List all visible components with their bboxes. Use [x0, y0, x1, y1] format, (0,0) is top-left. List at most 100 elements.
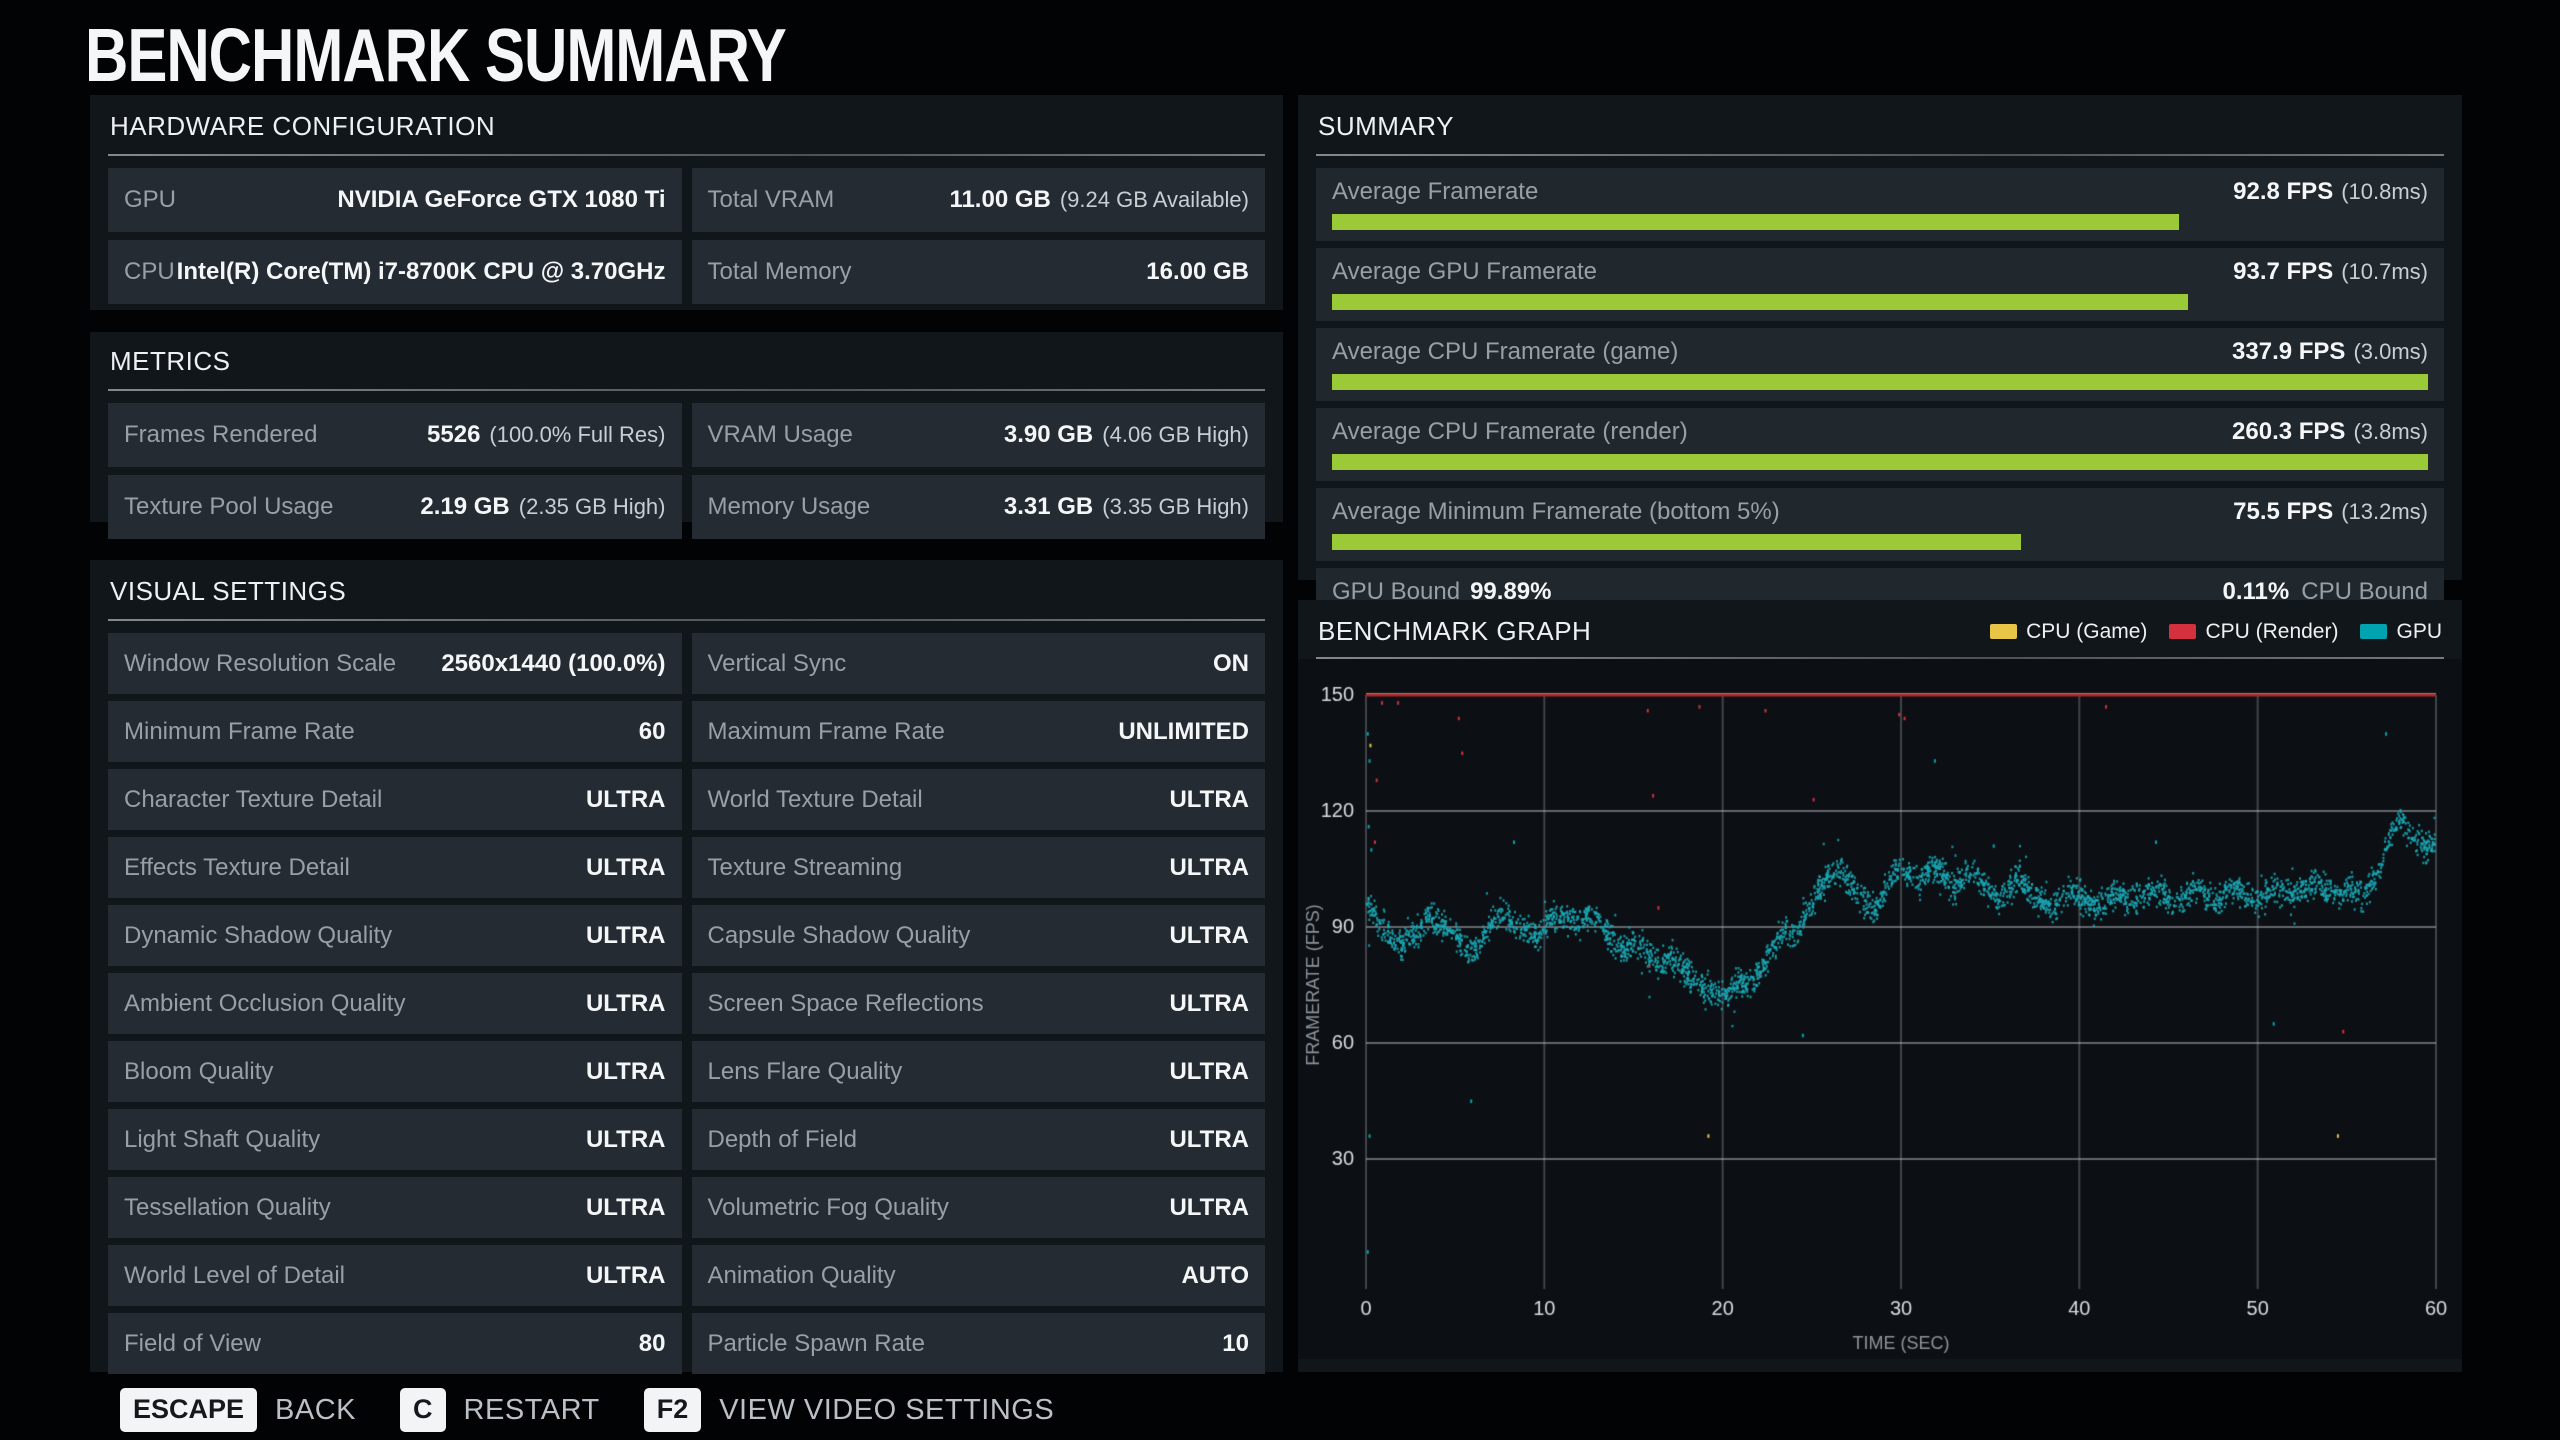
summary-row-bar-fill — [1332, 534, 2022, 550]
row-label: Bloom Quality — [124, 1057, 274, 1085]
summary-row: Average GPU Framerate 93.7 FPS (10.7ms) — [1316, 248, 2444, 321]
row-label: VRAM Usage — [707, 421, 853, 448]
row-label: Vertical Sync — [707, 649, 847, 677]
setting-row: Depth of Field ULTRA — [691, 1109, 1265, 1170]
row-value: 2.19 GB — [420, 493, 510, 520]
summary-row-note: (13.2ms) — [2341, 499, 2428, 524]
panel-divider — [108, 619, 1265, 621]
summary-row-bar-fill — [1332, 374, 2428, 390]
summary-row-note: (10.8ms) — [2341, 179, 2428, 204]
row-note: (4.06 GB High) — [1102, 422, 1249, 447]
row-label: Volumetric Fog Quality — [707, 1193, 949, 1221]
key-hint[interactable]: ESCAPE BACK — [120, 1388, 356, 1432]
summary-row-value: 260.3 FPS — [2232, 418, 2346, 445]
setting-row: Memory Usage 3.31 GB (3.35 GB High) — [691, 475, 1265, 539]
setting-row: Ambient Occlusion Quality ULTRA — [108, 973, 682, 1034]
summary-row: Average Minimum Framerate (bottom 5%) 75… — [1316, 488, 2444, 561]
row-label: Total VRAM — [707, 186, 835, 213]
row-label: Window Resolution Scale — [124, 649, 397, 677]
summary-row-note: (3.8ms) — [2353, 419, 2428, 444]
row-label: World Level of Detail — [124, 1261, 345, 1289]
row-label: GPU — [124, 186, 177, 213]
row-value: 60 — [638, 717, 666, 745]
metrics-rows: Frames Rendered 5526 (100.0% Full Res) V… — [108, 403, 1265, 539]
setting-row: Character Texture Detail ULTRA — [108, 769, 682, 830]
row-label: Memory Usage — [707, 493, 871, 520]
summary-row-bar-fill — [1332, 214, 2180, 230]
key-hint[interactable]: F2 VIEW VIDEO SETTINGS — [643, 1388, 1055, 1432]
row-value: ULTRA — [585, 1193, 666, 1221]
row-value: ULTRA — [1169, 853, 1249, 881]
setting-row: Particle Spawn Rate 10 — [691, 1313, 1265, 1374]
setting-row: Dynamic Shadow Quality ULTRA — [108, 905, 682, 966]
setting-row: Maximum Frame Rate UNLIMITED — [691, 701, 1265, 762]
setting-row: Tessellation Quality ULTRA — [108, 1177, 682, 1238]
summary-row-bar — [1332, 454, 2428, 470]
legend-swatch-icon — [1990, 624, 2018, 639]
hardware-configuration-heading: HARDWARE CONFIGURATION — [110, 111, 496, 141]
summary-row-label: Average CPU Framerate (render) — [1332, 418, 1688, 445]
legend-item: CPU (Game) — [1990, 620, 2147, 644]
summary-row-value: 337.9 FPS — [2232, 338, 2346, 365]
summary-row-bar — [1332, 214, 2428, 230]
setting-row: VRAM Usage 3.90 GB (4.06 GB High) — [691, 403, 1265, 467]
row-value: ULTRA — [1169, 785, 1249, 813]
setting-row: Vertical Sync ON — [691, 633, 1265, 694]
legend-label: GPU — [2396, 619, 2442, 643]
panel-divider — [108, 154, 1265, 156]
setting-row: Minimum Frame Rate 60 — [108, 701, 682, 762]
setting-row: Frames Rendered 5526 (100.0% Full Res) — [108, 403, 682, 467]
key-badge[interactable]: C — [400, 1388, 446, 1432]
row-label: Ambient Occlusion Quality — [124, 989, 406, 1017]
summary-row-bar — [1332, 374, 2428, 390]
summary-row: Average CPU Framerate (render) 260.3 FPS… — [1316, 408, 2444, 481]
row-value: ULTRA — [1169, 1193, 1249, 1221]
row-value: ULTRA — [585, 1261, 666, 1289]
summary-row-label: Average GPU Framerate — [1332, 258, 1597, 285]
row-note: (3.35 GB High) — [1102, 494, 1249, 519]
row-value: ULTRA — [585, 853, 666, 881]
key-action-label: BACK — [275, 1393, 357, 1426]
summary-row-label: Average Minimum Framerate (bottom 5%) — [1332, 498, 1780, 525]
summary-row-value: 93.7 FPS — [2233, 258, 2334, 285]
row-value: ULTRA — [1169, 989, 1249, 1017]
setting-row: Volumetric Fog Quality ULTRA — [691, 1177, 1265, 1238]
row-label: Animation Quality — [707, 1261, 896, 1289]
setting-row: World Level of Detail ULTRA — [108, 1245, 682, 1306]
row-value: 80 — [638, 1329, 666, 1357]
row-label: Maximum Frame Rate — [707, 717, 945, 745]
setting-row: Texture Streaming ULTRA — [691, 837, 1265, 898]
row-value: ULTRA — [1169, 1057, 1249, 1085]
row-value: 5526 — [427, 421, 481, 448]
summary-row-bar-fill — [1332, 294, 2188, 310]
key-hint[interactable]: C RESTART — [400, 1388, 600, 1432]
visual-settings-panel: VISUAL SETTINGS Window Resolution Scale … — [90, 560, 1283, 1374]
row-label: CPU — [124, 258, 175, 285]
row-label: Dynamic Shadow Quality — [124, 921, 393, 949]
setting-row: GPU NVIDIA GeForce GTX 1080 Ti — [108, 168, 682, 232]
row-note: (100.0% Full Res) — [489, 422, 666, 447]
row-value: NVIDIA GeForce GTX 1080 Ti — [337, 186, 666, 213]
summary-rows: Average Framerate 92.8 FPS (10.8ms) Aver… — [1316, 168, 2444, 561]
hardware-rows: GPU NVIDIA GeForce GTX 1080 Ti Total VRA… — [108, 168, 1265, 304]
row-label: Capsule Shadow Quality — [707, 921, 971, 949]
setting-row: Capsule Shadow Quality ULTRA — [691, 905, 1265, 966]
summary-row-note: (10.7ms) — [2341, 259, 2428, 284]
row-label: Frames Rendered — [124, 421, 318, 448]
row-label: Total Memory — [707, 258, 852, 285]
setting-row: Effects Texture Detail ULTRA — [108, 837, 682, 898]
row-label: World Texture Detail — [707, 785, 923, 813]
setting-row: Lens Flare Quality ULTRA — [691, 1041, 1265, 1102]
benchmark-graph-canvas — [1298, 659, 2462, 1359]
metrics-heading: METRICS — [110, 346, 231, 376]
benchmark-graph-heading: BENCHMARK GRAPH — [1318, 616, 1592, 646]
summary-row-label: Average Framerate — [1332, 178, 1539, 205]
legend-swatch-icon — [2169, 624, 2197, 639]
row-value: 3.31 GB — [1003, 493, 1094, 520]
key-badge[interactable]: ESCAPE — [120, 1388, 258, 1432]
setting-row: Total Memory 16.00 GB — [691, 240, 1265, 304]
row-value: ULTRA — [585, 1057, 666, 1085]
setting-row: Animation Quality AUTO — [691, 1245, 1265, 1306]
key-badge[interactable]: F2 — [643, 1388, 702, 1432]
setting-row: Light Shaft Quality ULTRA — [108, 1109, 682, 1170]
